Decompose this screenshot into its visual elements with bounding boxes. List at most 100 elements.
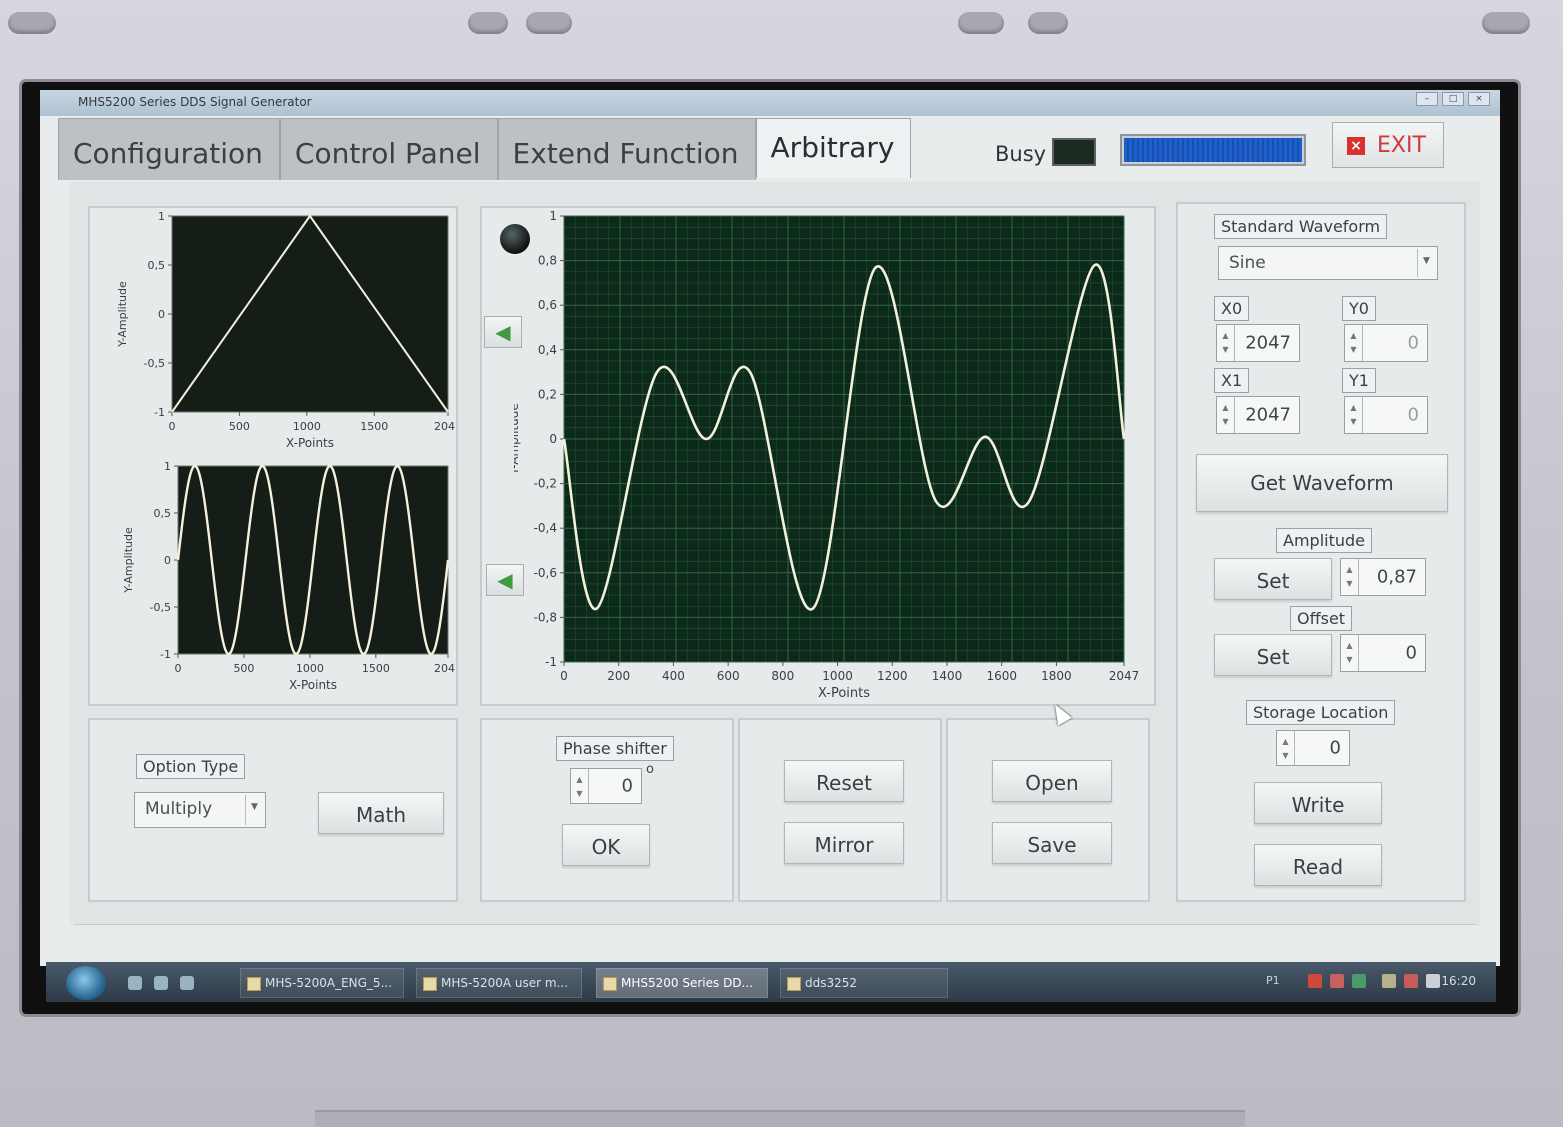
spinner-icon[interactable]: ▲ ▼ (1341, 559, 1359, 595)
y-tick-label: 0 (549, 432, 557, 446)
start-icon[interactable] (66, 966, 106, 1000)
reset-button[interactable]: Reset (784, 760, 904, 802)
triangle-preview-chart: 0 500 1000 1500 2047 1 0,5 0 -0,5 -1 X-Points Y-Amp… (116, 210, 456, 450)
network-icon[interactable] (1404, 974, 1418, 988)
x-tick-label: 600 (717, 669, 740, 683)
y-axis-label: Y-Amplitude (514, 403, 521, 475)
y-tick-label: 0 (164, 554, 171, 567)
storage-location-input[interactable]: ▲ ▼ 0 (1276, 730, 1350, 766)
status-bar (74, 924, 1476, 962)
math-button[interactable]: Math (318, 792, 444, 834)
bezel-knob (526, 12, 572, 34)
mirror-button[interactable]: Mirror (784, 822, 904, 864)
x-tick-label: 1500 (360, 420, 388, 433)
open-button[interactable]: Open (992, 760, 1112, 802)
write-button[interactable]: Write (1254, 782, 1382, 824)
tray-icon[interactable] (1352, 974, 1366, 988)
y-tick-label: 0,4 (538, 343, 557, 357)
progress-fill (1124, 138, 1302, 162)
minimize-button[interactable]: – (1416, 92, 1438, 106)
taskbar-item[interactable]: dds3252 (780, 968, 948, 998)
y-tick-label: 0,6 (538, 298, 557, 312)
spinner-icon[interactable]: ▲ ▼ (1277, 731, 1295, 765)
taskbar-item[interactable]: MHS-5200A_ENG_5... (240, 968, 404, 998)
read-button[interactable]: Read (1254, 844, 1382, 886)
y-tick-label: 0,2 (538, 387, 557, 401)
x0-input[interactable]: ▲ ▼ 2047 (1216, 324, 1300, 362)
language-indicator[interactable]: P1 (1266, 974, 1280, 987)
tab-bar: Configuration Control Panel Extend Funct… (58, 118, 912, 180)
plot-area (171, 215, 449, 413)
bezel-knob (1028, 12, 1068, 34)
save-button[interactable]: Save (992, 822, 1112, 864)
y-axis-label: Y-Amplitude (122, 527, 135, 594)
taskbar: MHS-5200A_ENG_5... MHS-5200A user m... M… (46, 962, 1496, 1002)
degree-unit: o (646, 762, 654, 777)
phase-shifter-input[interactable]: ▲ ▼ 0 (570, 768, 642, 804)
app-icon (603, 977, 617, 991)
x1-label: X1 (1214, 368, 1250, 393)
x-tick-label: 200 (607, 669, 630, 683)
edit-pane: Reset Mirror (738, 718, 942, 902)
bezel-knob (958, 12, 1004, 34)
volume-icon[interactable] (1426, 974, 1440, 988)
spinner-icon[interactable]: ▲ ▼ (1345, 325, 1363, 361)
amplitude-value: 0,87 (1376, 566, 1417, 588)
x1-input[interactable]: ▲ ▼ 2047 (1216, 396, 1300, 434)
option-type-label: Option Type (136, 754, 246, 779)
bezel-knob (8, 12, 56, 34)
spinner-icon[interactable]: ▲ ▼ (1345, 397, 1363, 433)
amplitude-input[interactable]: ▲ ▼ 0,87 (1340, 558, 1426, 596)
x-tick-label: 1800 (1041, 669, 1072, 683)
x-tick-label: 0 (560, 669, 568, 683)
tab-configuration[interactable]: Configuration (58, 118, 280, 180)
get-waveform-button[interactable]: Get Waveform (1196, 454, 1448, 512)
y1-input[interactable]: ▲ ▼ 0 (1344, 396, 1428, 434)
tab-control-panel[interactable]: Control Panel (279, 118, 498, 180)
tray-icon[interactable] (1330, 974, 1344, 988)
spinner-icon[interactable]: ▲ ▼ (1341, 635, 1359, 671)
exit-button[interactable]: × EXIT (1332, 122, 1444, 168)
busy-indicator (1052, 138, 1096, 166)
standard-waveform-label: Standard Waveform (1214, 214, 1388, 239)
tab-extend-function[interactable]: Extend Function (497, 118, 756, 180)
busy-label: Busy (995, 142, 1047, 166)
spinner-icon[interactable]: ▲ ▼ (1217, 325, 1235, 361)
option-type-select[interactable]: Multiply ▼ (134, 792, 266, 828)
offset-set-button[interactable]: Set (1214, 634, 1332, 676)
standard-waveform-select[interactable]: Sine ▼ (1218, 246, 1438, 280)
taskbar-item[interactable]: MHS-5200A user m... (416, 968, 582, 998)
y0-value: 0 (1407, 332, 1419, 354)
x-tick-label: 1400 (932, 669, 963, 683)
x0-value: 2047 (1245, 332, 1291, 354)
close-window-button[interactable]: × (1468, 92, 1490, 106)
y-tick-label: 0,5 (154, 507, 172, 520)
clock[interactable]: 16:20 (1441, 974, 1476, 988)
tray-icon[interactable] (1308, 974, 1322, 988)
offset-input[interactable]: ▲ ▼ 0 (1340, 634, 1426, 672)
maximize-button[interactable]: □ (1442, 92, 1464, 106)
y-tick-label: -0,8 (534, 610, 557, 624)
taskbar-item[interactable]: MHS5200 Series DD... (596, 968, 768, 998)
ok-button[interactable]: OK (562, 824, 650, 866)
y0-input[interactable]: ▲ ▼ 0 (1344, 324, 1428, 362)
spinner-icon[interactable]: ▲ ▼ (1217, 397, 1235, 433)
tab-arbitrary[interactable]: Arbitrary (755, 118, 912, 178)
amplitude-set-button[interactable]: Set (1214, 558, 1332, 600)
title-bar: MHS5200 Series DDS Signal Generator – □ … (40, 90, 1500, 116)
y-tick-label: 0 (158, 308, 165, 321)
arbitrary-panel: 050010001500204710,50-0,5-1X-PointsY-Amp… (70, 182, 1480, 926)
quicklaunch-icon[interactable] (128, 976, 142, 990)
x-tick-label: 1000 (822, 669, 853, 683)
tray-icon[interactable] (1382, 974, 1396, 988)
taskbar-item-label: MHS-5200A user m... (441, 976, 569, 990)
spinner-icon[interactable]: ▲ ▼ (571, 769, 589, 803)
amplitude-label: Amplitude (1276, 528, 1372, 553)
y-tick-label: -1 (160, 648, 171, 661)
y-tick-label: 0,5 (148, 259, 166, 272)
quicklaunch-icon[interactable] (180, 976, 194, 990)
y-tick-label: 0,8 (538, 254, 557, 268)
quicklaunch-icon[interactable] (154, 976, 168, 990)
taskbar-item-label: dds3252 (805, 976, 858, 990)
x-tick-label: 2047 (434, 662, 456, 675)
